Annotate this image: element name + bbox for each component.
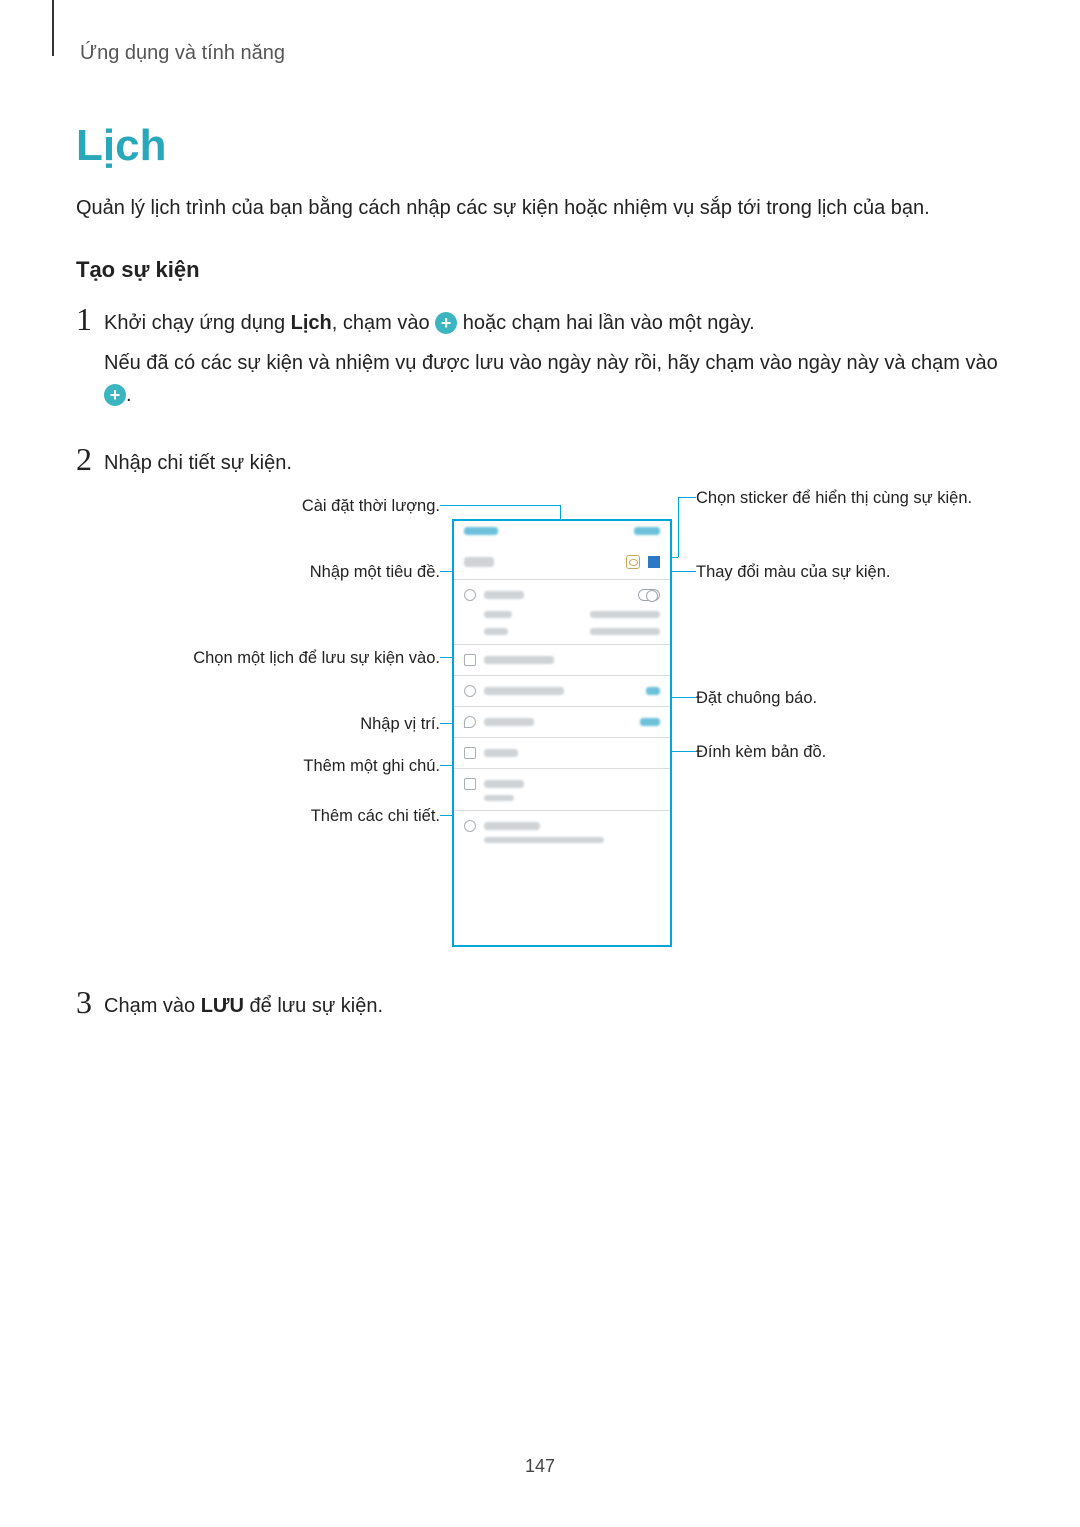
save-text <box>634 527 660 535</box>
note-icon <box>464 747 476 759</box>
mockup-location-row <box>454 711 670 733</box>
blur <box>484 718 534 726</box>
step-2-text: Nhập chi tiết sự kiện. <box>104 447 1024 479</box>
save-label: LƯU <box>201 995 244 1017</box>
callout-location: Nhập vị trí. <box>220 713 440 735</box>
blur <box>484 628 508 635</box>
mockup-tz-sub <box>454 837 670 848</box>
step-2: 2 Nhập chi tiết sự kiện. Cài đặt thời lư… <box>76 443 1004 962</box>
calendar-icon <box>464 654 476 666</box>
callout-calendar: Chọn một lịch để lưu sự kiện vào. <box>112 647 440 669</box>
section-heading: Tạo sự kiện <box>76 257 1004 283</box>
mockup-alarm-row <box>454 680 670 702</box>
callout-sticker: Chọn sticker để hiển thị cùng sự kiện. <box>696 487 996 509</box>
blur <box>484 780 524 788</box>
step-number: 2 <box>76 443 104 475</box>
callout-map: Đính kèm bản đồ. <box>696 741 996 763</box>
blur <box>484 822 540 830</box>
callout-duration: Cài đặt thời lượng. <box>140 495 440 517</box>
callout-color: Thay đổi màu của sự kiện. <box>696 561 996 583</box>
text: . <box>126 384 132 406</box>
cancel-text <box>464 527 498 535</box>
blur <box>646 687 660 695</box>
mockup-allday-row <box>454 584 670 606</box>
toggle <box>638 589 660 601</box>
blur <box>484 687 564 695</box>
step-1: 1 Khởi chạy ứng dụng Lịch, chạm vào + ho… <box>76 303 1004 419</box>
page-number: 147 <box>0 1456 1080 1477</box>
repeat-icon <box>464 778 476 790</box>
intro-text: Quản lý lịch trình của bạn bằng cách nhậ… <box>76 193 1004 223</box>
app-name: Lịch <box>291 312 332 334</box>
lead-line <box>678 497 679 557</box>
step-1-line-1: Khởi chạy ứng dụng Lịch, chạm vào + hoặc… <box>104 307 1004 339</box>
breadcrumb: Ứng dụng và tính năng <box>80 42 1004 65</box>
pin-icon <box>464 716 476 728</box>
blur <box>484 611 512 618</box>
allday-blur <box>484 591 524 599</box>
plus-icon: + <box>435 312 457 334</box>
callout-alarm: Đặt chuông báo. <box>696 687 996 709</box>
callout-title-input: Nhập một tiêu đề. <box>140 561 440 583</box>
callout-details: Thêm các chi tiết. <box>180 805 440 827</box>
mockup-note-row <box>454 742 670 764</box>
title-blur <box>464 557 494 567</box>
bell-icon <box>464 685 476 697</box>
text: Nếu đã có các sự kiện và nhiệm vụ được l… <box>104 352 998 374</box>
lead-line <box>678 497 696 498</box>
blur <box>590 628 660 635</box>
event-editor-diagram: Cài đặt thời lượng. Nhập một tiêu đề. Ch… <box>100 487 1024 962</box>
text: Khởi chạy ứng dụng <box>104 312 291 334</box>
blur <box>484 795 514 801</box>
plus-icon: + <box>104 384 126 406</box>
step-3-text: Chạm vào LƯU để lưu sự kiện. <box>104 990 383 1022</box>
phone-mockup <box>452 519 672 947</box>
sticker-icon <box>626 555 640 569</box>
step-3: 3 Chạm vào LƯU để lưu sự kiện. <box>76 986 1004 1030</box>
blur <box>484 749 518 757</box>
mockup-repeat-sub <box>454 795 670 806</box>
mockup-title-row <box>454 549 670 575</box>
mockup-topbar <box>454 521 670 549</box>
blur <box>484 837 604 843</box>
blur <box>484 656 554 664</box>
step-1-line-2: Nếu đã có các sự kiện và nhiệm vụ được l… <box>104 347 1004 411</box>
steps-list: 1 Khởi chạy ứng dụng Lịch, chạm vào + ho… <box>76 303 1004 1030</box>
callout-note: Thêm một ghi chú. <box>180 755 440 777</box>
blur <box>590 611 660 618</box>
color-square <box>648 556 660 568</box>
mockup-repeat-row <box>454 773 670 795</box>
side-rule <box>52 0 54 56</box>
text: , chạm vào <box>332 312 435 334</box>
page-title: Lịch <box>76 121 1004 171</box>
step-number: 3 <box>76 986 104 1018</box>
mockup-end-row <box>454 623 670 640</box>
mockup-calendar-row <box>454 649 670 671</box>
text: hoặc chạm hai lần vào một ngày. <box>457 312 755 334</box>
globe-icon <box>464 820 476 832</box>
mockup-start-row <box>454 606 670 623</box>
text: để lưu sự kiện. <box>244 995 383 1017</box>
clock-icon <box>464 589 476 601</box>
text: Chạm vào <box>104 995 201 1017</box>
map-link <box>640 718 660 726</box>
mockup-timezone-row <box>454 815 670 837</box>
step-number: 1 <box>76 303 104 335</box>
lead-line <box>440 505 560 506</box>
